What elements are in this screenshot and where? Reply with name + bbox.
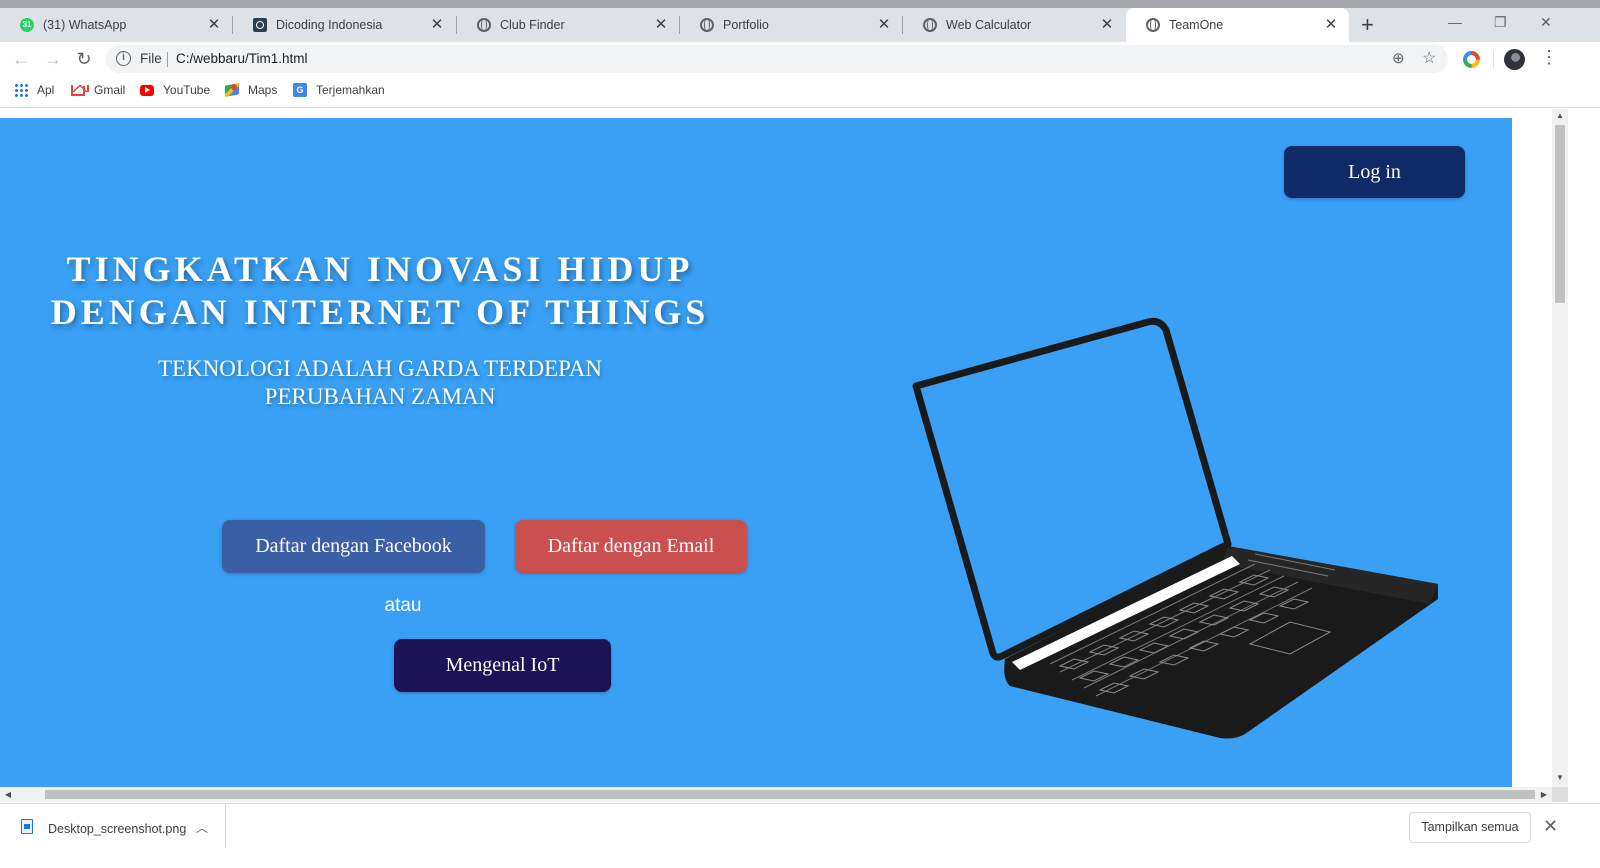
restore-icon[interactable]: ❐ [1494,14,1507,31]
hero-subtitle-line-1: TEKNOLOGI ADALAH GARDA TERDEPAN [157,356,603,381]
download-item[interactable]: Desktop_screenshot.png ︿ [0,804,226,848]
forward-icon[interactable]: → [42,48,64,70]
login-button[interactable]: Log in [1284,146,1465,198]
close-shelf-icon[interactable]: ✕ [1543,816,1558,837]
scrollbar-corner [1552,787,1568,802]
address-bar[interactable]: i File C:/webbaru/Tim1.html ⊕ ☆ [106,45,1448,73]
page-viewport: Log in TINGKATKAN INOVASI HIDUP DENGAN I… [0,109,1552,787]
info-icon[interactable]: i [116,51,131,66]
vertical-scroll-thumb[interactable] [1555,125,1565,303]
signup-facebook-button[interactable]: Daftar dengan Facebook [222,520,485,573]
bookmark-label: Terjemahkan [316,83,385,97]
vertical-scrollbar[interactable]: ▲ ▼ [1552,109,1568,787]
chevron-up-icon[interactable]: ︿ [196,819,208,836]
bookmark-star-icon[interactable]: ☆ [1422,48,1436,68]
scheme-label: File [140,51,162,66]
tab-web-calculator[interactable]: Web Calculator ✕ [903,8,1125,42]
tab-title: Web Calculator [946,18,1032,32]
youtube-icon [140,84,154,96]
globe-icon [1146,18,1160,32]
hero-subtitle: TEKNOLOGI ADALAH GARDA TERDEPAN PERUBAHA… [100,355,660,411]
globe-icon [700,18,714,32]
globe-icon [923,18,937,32]
close-tab-icon[interactable]: ✕ [429,17,445,33]
show-all-downloads-button[interactable]: Tampilkan semua [1409,812,1531,843]
download-shelf: Desktop_screenshot.png ︿ Tampilkan semua… [0,803,1600,868]
laptop-illustration [912,317,1438,739]
scroll-left-icon[interactable]: ◀ [1,787,15,802]
tab-club-finder[interactable]: Club Finder ✕ [457,8,679,42]
close-window-icon[interactable]: ✕ [1540,14,1552,31]
tab-title: TeamOne [1169,18,1224,32]
bookmark-label: Gmail [94,83,126,97]
tab-teamone[interactable]: TeamOne ✕ [1126,8,1349,42]
hero-section: Log in TINGKATKAN INOVASI HIDUP DENGAN I… [0,118,1512,787]
tab-strip: 31 (31) WhatsApp ✕ Dicoding Indonesia ✕ … [0,0,1600,42]
close-tab-icon[interactable]: ✕ [876,17,892,33]
hero-title: TINGKATKAN INOVASI HIDUP DENGAN INTERNET… [20,248,740,334]
toolbar-divider [1493,51,1494,68]
address-divider [167,52,168,67]
browser-toolbar: ← → ↻ i File C:/webbaru/Tim1.html ⊕ ☆ ⋮ [0,42,1600,76]
url-text[interactable]: C:/webbaru/Tim1.html [176,51,308,66]
bookmarks-bar: Apl Gmail YouTube Maps G Terjemahkan [0,76,1600,108]
close-tab-icon[interactable]: ✕ [1323,17,1339,33]
translate-icon: G [293,83,307,97]
maps-icon [225,83,239,97]
globe-icon [477,18,491,32]
scroll-right-icon[interactable]: ▶ [1537,787,1551,802]
menu-icon[interactable]: ⋮ [1540,47,1558,68]
dicoding-icon [253,18,267,32]
scroll-up-icon[interactable]: ▲ [1552,109,1568,123]
gmail-icon [71,86,85,96]
tab-title: Club Finder [500,18,565,32]
whatsapp-icon: 31 [20,18,34,32]
tab-portfolio[interactable]: Portfolio ✕ [680,8,902,42]
reload-icon[interactable]: ↻ [73,48,95,70]
bookmark-translate[interactable]: G Terjemahkan [293,83,385,97]
profile-avatar[interactable] [1504,49,1525,70]
bookmark-label: YouTube [163,83,211,97]
bookmark-gmail[interactable]: Gmail [71,83,125,97]
minimize-icon[interactable]: — [1448,14,1462,30]
hero-title-line-1: TINGKATKAN INOVASI HIDUP [66,249,694,289]
tab-whatsapp[interactable]: 31 (31) WhatsApp ✕ [0,8,232,42]
horizontal-scroll-thumb[interactable] [45,790,1535,799]
learn-iot-button[interactable]: Mengenal IoT [394,639,611,692]
extension-icon[interactable] [1463,51,1480,68]
apps-grid-icon [14,83,28,97]
tab-title: (31) WhatsApp [43,18,127,32]
or-separator: atau [384,595,422,616]
close-tab-icon[interactable]: ✕ [1099,17,1115,33]
download-file-name: Desktop_screenshot.png [48,822,187,836]
tab-title: Portfolio [723,18,769,32]
hero-subtitle-line-2: PERUBAHAN ZAMAN [264,384,496,409]
bookmark-label: Apl [37,83,55,97]
close-tab-icon[interactable]: ✕ [206,17,222,33]
bookmark-maps[interactable]: Maps [225,83,277,97]
bookmark-youtube[interactable]: YouTube [140,83,210,97]
scroll-down-icon[interactable]: ▼ [1552,771,1568,785]
bookmark-label: Maps [248,83,278,97]
image-file-icon [21,819,33,834]
close-tab-icon[interactable]: ✕ [653,17,669,33]
zoom-icon[interactable]: ⊕ [1392,49,1405,67]
tab-dicoding[interactable]: Dicoding Indonesia ✕ [233,8,455,42]
new-tab-icon[interactable]: + [1361,14,1374,36]
signup-email-button[interactable]: Daftar dengan Email [515,520,747,573]
bookmark-apps[interactable]: Apl [14,83,54,97]
horizontal-scrollbar[interactable]: ◀ ▶ [0,787,1552,802]
tab-title: Dicoding Indonesia [276,18,383,32]
back-icon[interactable]: ← [10,48,32,70]
hero-title-line-2: DENGAN INTERNET OF THINGS [50,292,710,332]
